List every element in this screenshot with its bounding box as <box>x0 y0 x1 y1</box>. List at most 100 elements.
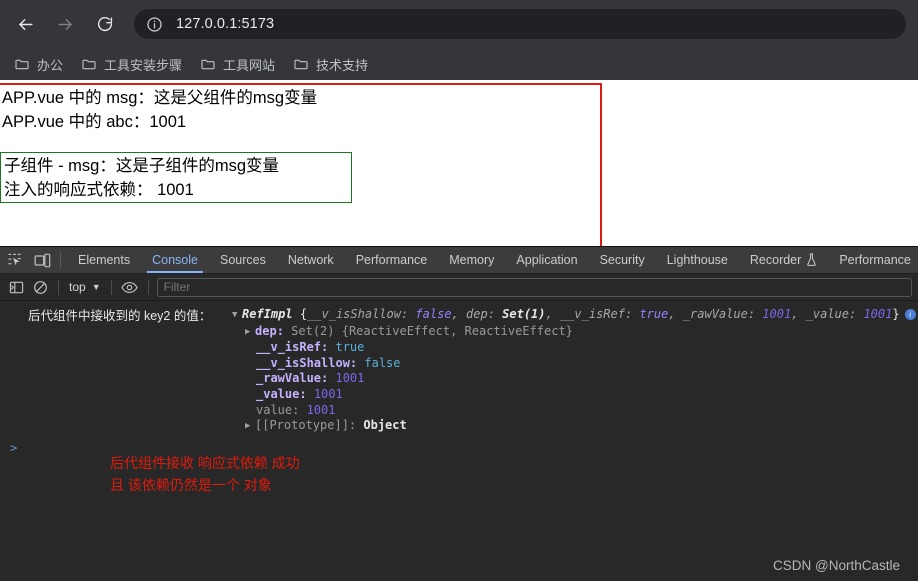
preview-prop-value-1: Set(1) <box>502 307 546 321</box>
tab-recorder[interactable]: Recorder <box>739 247 828 273</box>
object-property-row[interactable]: _rawValue: 1001 <box>232 371 916 387</box>
folder-icon <box>293 56 309 72</box>
bookmark-label: 办公 <box>37 57 64 73</box>
console-message-row: 后代组件中接收到的 key2 的值： ▼ RefImpl {__v_isShall… <box>0 301 918 432</box>
disclosure-triangle-icon[interactable]: ▶ <box>245 419 255 435</box>
property-name: _rawValue <box>256 371 322 386</box>
preview-prop-name-0: __v_isShallow <box>307 307 401 321</box>
tab-sources[interactable]: Sources <box>209 247 277 273</box>
property-value: false <box>364 355 401 370</box>
folder-icon <box>14 56 30 72</box>
back-arrow-icon <box>16 15 35 34</box>
console-sidebar-toggle-icon[interactable] <box>4 275 28 299</box>
property-name: [[Prototype]] <box>255 418 349 433</box>
devtools-tabbar: Elements Console Sources Network Perform… <box>0 247 918 274</box>
tab-security[interactable]: Security <box>589 247 656 273</box>
screenshot-root: 127.0.0.1:5173 办公 工具安装步骤 工具网站 技术支持 APP.v… <box>0 0 918 581</box>
address-bar-url: 127.0.0.1:5173 <box>176 16 275 32</box>
preview-prop-name-3: _rawValue <box>682 307 748 321</box>
inspect-element-icon[interactable] <box>3 248 27 272</box>
console-input-prompt[interactable]: > <box>10 441 17 455</box>
toolbar-divider <box>58 279 59 295</box>
preview-prop-name-1: dep <box>466 307 488 321</box>
child-component-box: 子组件 - msg：这是子组件的msg变量 注入的响应式依赖： 1001 <box>0 152 352 203</box>
preview-prop-value-0: false <box>415 307 452 321</box>
bookmark-item-3[interactable]: 技术支持 <box>289 52 376 76</box>
toolbar-divider-2 <box>110 279 112 295</box>
tab-application[interactable]: Application <box>505 247 588 273</box>
tabbar-divider <box>60 252 61 268</box>
console-filter-input[interactable] <box>156 277 912 297</box>
object-preview-line[interactable]: ▼ RefImpl {__v_isShallow: false, dep: Set… <box>232 307 916 324</box>
console-toolbar: top ▼ <box>0 274 918 301</box>
console-object-tree: ▼ RefImpl {__v_isShallow: false, dep: Set… <box>232 307 916 435</box>
site-info-icon[interactable] <box>146 16 163 33</box>
annotation-note-line-2: 且 该依赖仍然是一个 对象 <box>110 477 272 493</box>
console-output: 后代组件中接收到的 key2 的值： ▼ RefImpl {__v_isShall… <box>0 301 918 581</box>
property-value: Object <box>363 418 407 433</box>
tab-lighthouse[interactable]: Lighthouse <box>656 247 739 273</box>
tab-performance-insights[interactable]: Performance <box>828 247 918 273</box>
execution-context-label: top <box>69 280 86 294</box>
disclosure-triangle-icon[interactable]: ▼ <box>232 308 242 324</box>
console-message-label: 后代组件中接收到的 key2 的值： <box>28 309 212 323</box>
back-button[interactable] <box>10 9 40 39</box>
folder-icon <box>200 56 216 72</box>
tab-memory[interactable]: Memory <box>438 247 505 273</box>
annotation-horizontal-rule <box>0 83 602 85</box>
preview-prop-value-4: 1001 <box>863 307 893 321</box>
object-prototype-row[interactable]: ▶ [[Prototype]]: Object <box>232 418 916 435</box>
annotation-note-line-1: 后代组件接收 响应式依赖 成功 <box>110 455 300 471</box>
property-name: dep <box>255 323 277 338</box>
clear-console-icon[interactable] <box>28 275 52 299</box>
object-property-row[interactable]: ▶ dep: Set(2) {ReactiveEffect, ReactiveEf… <box>232 324 916 341</box>
property-name: _value <box>256 386 300 401</box>
reload-button[interactable] <box>90 9 120 39</box>
live-expression-eye-icon[interactable] <box>118 275 142 299</box>
devtools-panel: Elements Console Sources Network Perform… <box>0 246 918 581</box>
bookmark-label: 工具网站 <box>223 57 276 73</box>
preview-close-brace: } <box>892 307 900 321</box>
property-value: 1001 <box>335 371 365 386</box>
bookmark-item-2[interactable]: 工具网站 <box>196 52 283 76</box>
disclosure-triangle-icon[interactable]: ▶ <box>245 325 255 341</box>
preview-prop-value-3: 1001 <box>762 307 792 321</box>
forward-button[interactable] <box>50 9 80 39</box>
device-toolbar-icon[interactable] <box>30 248 54 272</box>
child-msg-line: 子组件 - msg：这是子组件的msg变量 <box>4 157 280 175</box>
bookmarks-bar: 办公 工具安装步骤 工具网站 技术支持 <box>0 48 918 80</box>
bookmark-item-0[interactable]: 办公 <box>10 52 71 76</box>
page-viewport: APP.vue 中的 msg：这是父组件的msg变量 APP.vue 中的 ab… <box>0 80 918 246</box>
tab-elements[interactable]: Elements <box>67 247 141 273</box>
property-value: Set(2) {ReactiveEffect, ReactiveEffect} <box>291 323 573 338</box>
injected-dependency-line: 注入的响应式依赖： 1001 <box>4 181 194 199</box>
annotation-note: 后代组件接收 响应式依赖 成功 且 该依赖仍然是一个 对象 <box>110 452 300 496</box>
execution-context-selector[interactable]: top ▼ <box>65 277 105 297</box>
chevron-down-icon: ▼ <box>91 282 101 292</box>
property-value: 1001 <box>306 402 336 417</box>
annotation-vertical-rule <box>600 83 602 246</box>
preview-open-brace: { <box>299 307 308 321</box>
tab-network[interactable]: Network <box>277 247 345 273</box>
bookmark-item-1[interactable]: 工具安装步骤 <box>77 52 190 76</box>
preview-prop-name-2: __v_isRef <box>559 307 625 321</box>
preview-prop-name-4: _value <box>805 307 849 321</box>
tab-console[interactable]: Console <box>141 247 209 273</box>
tab-recorder-label: Recorder <box>749 253 802 267</box>
object-property-row[interactable]: __v_isRef: true <box>232 340 916 356</box>
page-text-block: APP.vue 中的 msg：这是父组件的msg变量 APP.vue 中的 ab… <box>2 86 317 134</box>
object-property-row[interactable]: value: 1001 <box>232 403 916 419</box>
property-value: 1001 <box>313 386 343 401</box>
object-class-name: RefImpl <box>242 307 293 321</box>
property-name: value <box>256 402 293 417</box>
object-property-row[interactable]: __v_isShallow: false <box>232 356 916 372</box>
tab-performance[interactable]: Performance <box>345 247 439 273</box>
bookmark-label: 技术支持 <box>316 57 369 73</box>
info-badge-icon[interactable]: i <box>904 309 916 320</box>
address-bar[interactable]: 127.0.0.1:5173 <box>134 9 906 39</box>
browser-toolbar: 127.0.0.1:5173 <box>0 0 918 48</box>
preview-prop-value-2: true <box>639 307 669 321</box>
watermark: CSDN @NorthCastle <box>773 558 900 573</box>
reload-icon <box>96 15 114 33</box>
object-property-row[interactable]: _value: 1001 <box>232 387 916 403</box>
